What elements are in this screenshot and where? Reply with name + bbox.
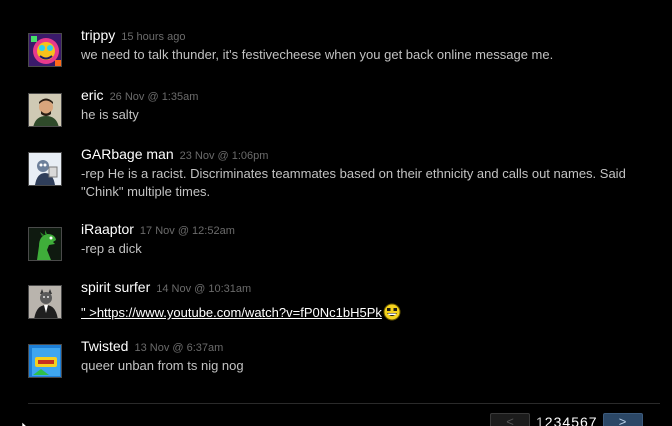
prev-page-button[interactable]: <: [490, 413, 530, 426]
comment-header: Twisted 13 Nov @ 6:37am: [81, 338, 223, 356]
page-number-list: 1 2 3 4 5 6 7: [536, 413, 598, 426]
page-number-link[interactable]: 4: [562, 413, 570, 426]
comment-author[interactable]: iRaaptor: [81, 221, 134, 237]
green-dinosaur-avatar-icon[interactable]: [28, 227, 62, 261]
pagination: < 1 2 3 4 5 6 7 >: [490, 413, 643, 426]
page-number-link[interactable]: 6: [580, 413, 588, 426]
comment-timestamp: 23 Nov @ 1:06pm: [179, 150, 269, 162]
comment-timestamp: 17 Nov @ 12:52am: [139, 225, 235, 237]
colorful-abstract-avatar-icon[interactable]: [28, 33, 62, 67]
yellow-grin-emoticon-icon: [383, 303, 401, 326]
comment-timestamp: 15 hours ago: [121, 31, 186, 43]
comment-timestamp: 26 Nov @ 1:35am: [109, 91, 199, 103]
page-number-current: 1: [536, 414, 544, 426]
comment-text: -rep He is a racist. Discriminates teamm…: [81, 166, 626, 199]
blue-logo-avatar-icon[interactable]: [28, 344, 62, 378]
page-number-link[interactable]: 2: [545, 413, 553, 426]
cartoon-avatar-icon[interactable]: [28, 152, 62, 186]
comment-text: he is salty: [81, 107, 139, 122]
comment-author[interactable]: spirit surfer: [81, 279, 150, 295]
next-page-button[interactable]: >: [602, 413, 643, 426]
page-number-link[interactable]: 7: [589, 413, 597, 426]
comment-author[interactable]: GARbage man: [81, 146, 174, 162]
comment-author[interactable]: eric: [81, 87, 104, 103]
comment-author[interactable]: Twisted: [81, 338, 128, 354]
suited-cat-avatar-icon[interactable]: [28, 285, 62, 319]
man-portrait-avatar-icon[interactable]: [28, 93, 62, 127]
comment-header: spirit surfer 14 Nov @ 10:31am: [81, 279, 251, 297]
comment-header: trippy 15 hours ago: [81, 27, 185, 45]
profile-comments-page: trippy 15 hours ago we need to talk thund…: [0, 0, 672, 426]
comment-timestamp: 13 Nov @ 6:37am: [134, 342, 224, 354]
comment-divider: [28, 403, 660, 404]
comment-link[interactable]: " >https://www.youtube.com/watch?v=fP0Nc…: [81, 305, 382, 320]
comment-header: GARbage man 23 Nov @ 1:06pm: [81, 146, 268, 164]
comment-timestamp: 14 Nov @ 10:31am: [156, 283, 252, 295]
comment-text: " >https://www.youtube.com/watch?v=fP0Nc…: [81, 303, 641, 326]
comment-text: queer unban from ts nig nog: [81, 358, 244, 373]
comment-header: iRaaptor 17 Nov @ 12:52am: [81, 221, 235, 239]
comment-text: -rep a dick: [81, 241, 142, 256]
page-number-link[interactable]: 3: [554, 413, 562, 426]
comment-text: we need to talk thunder, it's festiveche…: [81, 47, 554, 62]
comment-author[interactable]: trippy: [81, 27, 115, 43]
mouse-pointer-icon: [21, 418, 31, 426]
page-number-link[interactable]: 5: [571, 413, 579, 426]
comment-header: eric 26 Nov @ 1:35am: [81, 87, 198, 105]
